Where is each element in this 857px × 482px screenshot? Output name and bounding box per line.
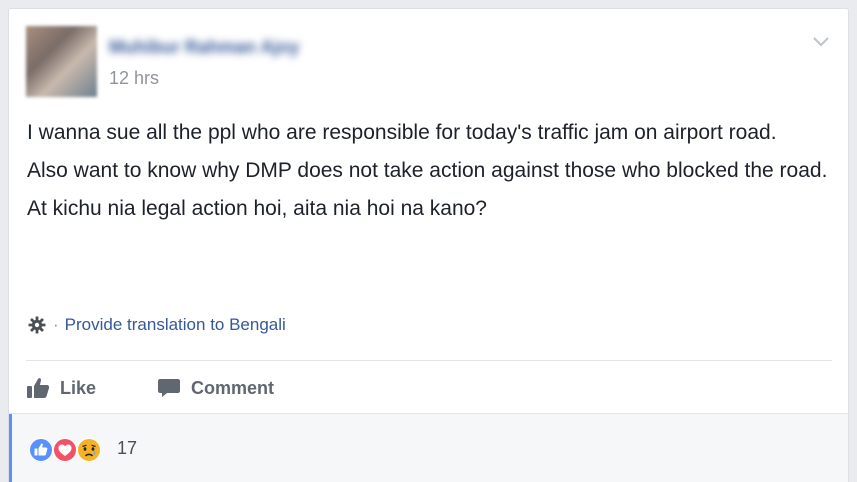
chevron-down-icon[interactable] <box>809 31 833 51</box>
comment-label: Comment <box>191 377 275 398</box>
gear-icon <box>28 316 46 334</box>
translation-link[interactable]: Provide translation to Bengali <box>65 315 286 335</box>
comment-button[interactable]: Comment <box>157 373 274 403</box>
like-label: Like <box>60 377 97 398</box>
translation-separator: · <box>53 315 59 334</box>
comment-icon <box>158 379 180 397</box>
post-card: Muhibur Rahman Ajoy 12 hrs I wanna sue a… <box>8 8 849 482</box>
like-icon[interactable] <box>29 438 53 462</box>
reactions-bar: 17 <box>9 413 848 482</box>
love-icon[interactable] <box>53 438 77 462</box>
sad-icon[interactable] <box>77 438 101 462</box>
avatar[interactable] <box>26 26 97 97</box>
post-paragraph: I wanna sue all the ppl who are responsi… <box>27 121 777 144</box>
focus-accent <box>9 414 12 482</box>
divider <box>26 360 832 361</box>
reaction-count[interactable]: 17 <box>117 438 137 459</box>
translation-row: · Provide translation to Bengali <box>27 314 286 336</box>
author-name[interactable]: Muhibur Rahman Ajoy <box>109 37 367 57</box>
thumbs-up-icon <box>27 378 50 398</box>
like-button[interactable]: Like <box>26 373 96 403</box>
post-paragraph: At kichu nia legal action hoi, aita nia … <box>27 197 487 220</box>
post-body: I wanna sue all the ppl who are responsi… <box>27 117 837 231</box>
post-timestamp[interactable]: 12 hrs <box>109 68 159 89</box>
post-paragraph: Also want to know why DMP does not take … <box>27 159 828 182</box>
